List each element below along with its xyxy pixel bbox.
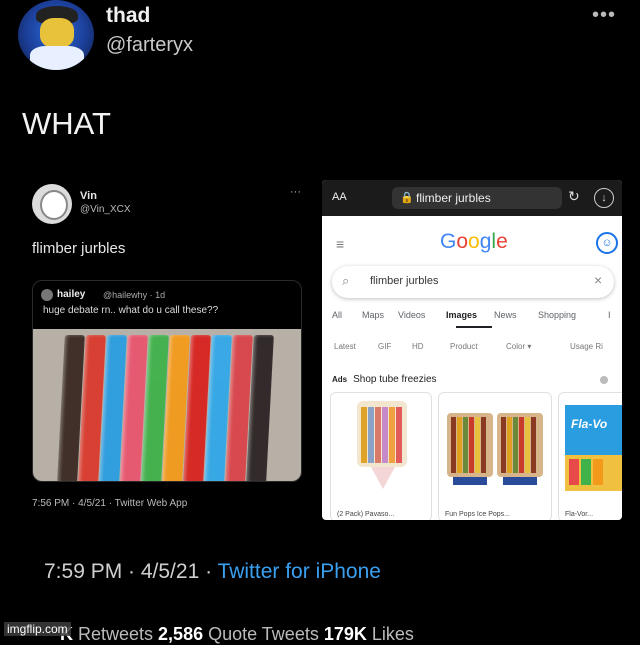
product-card: Fun Pops Ice Pops... — [438, 392, 552, 520]
reader-text-button: AA — [332, 191, 347, 203]
image-filters: Latest GIF HD Product Color ▾ Usage Ri — [332, 342, 622, 356]
display-name[interactable]: thad — [106, 4, 150, 28]
filter-chip: Latest — [334, 342, 356, 351]
browser-toolbar: AA 🔒 flimber jurbles ↻ ↓ — [322, 180, 622, 216]
quoted-tweet-text: huge debate rn.. what do u call these?? — [43, 305, 219, 316]
product-card: (2 Pack) Pavaso... — [330, 392, 432, 520]
search-icon: ⌕ — [342, 273, 350, 288]
logo-letter: e — [496, 230, 508, 253]
quote-tweets-count[interactable]: 2,586 — [158, 624, 203, 644]
ads-header: Ads Shop tube freezies — [332, 374, 437, 385]
inner-tweet-text: flimber jurbles — [32, 240, 126, 257]
reload-icon: ↻ — [568, 188, 580, 204]
logo-letter: G — [440, 230, 457, 253]
menu-icon: ≡ — [336, 236, 345, 252]
imgflip-watermark: imgflip.com — [4, 622, 71, 636]
search-tabs: All Maps Videos Images News Shopping I — [332, 310, 622, 328]
filter-chip: HD — [412, 342, 424, 351]
active-tab-indicator — [456, 326, 492, 328]
tab-images: Images — [446, 310, 478, 320]
clear-icon: × — [594, 272, 603, 288]
user-handle[interactable]: @farteryx — [106, 34, 193, 57]
inner-tweet-timestamp: 7:56 PM · 4/5/21 · Twitter Web App — [32, 498, 188, 509]
address-bar: 🔒 flimber jurbles — [392, 187, 562, 209]
ice-pops-photo — [33, 329, 301, 481]
inner-avatar — [32, 184, 72, 224]
timestamp-text: 7:59 PM · 4/5/21 · — [44, 560, 218, 583]
quoted-display-name: hailey — [57, 289, 86, 300]
ads-title: Shop tube freezies — [353, 374, 437, 385]
tweet-text: WHAT — [22, 106, 111, 141]
product-image — [447, 413, 543, 485]
product-card: Fla-Vo Fla-Vor... — [558, 392, 622, 520]
search-query: flimber jurbles — [370, 275, 439, 287]
tab-maps: Maps — [362, 310, 385, 320]
inner-display-name: Vin — [80, 190, 97, 202]
lock-icon: 🔒 — [400, 192, 414, 204]
filter-chip: Product — [450, 342, 478, 351]
embedded-google-screenshot[interactable]: AA 🔒 flimber jurbles ↻ ↓ ≡ Google ☺ ⌕ fl… — [322, 180, 622, 520]
tab-all: All — [332, 310, 343, 320]
account-icon: ☺ — [596, 232, 618, 254]
product-image — [357, 401, 407, 489]
likes-label[interactable]: Likes — [367, 624, 414, 644]
logo-letter: o — [456, 230, 469, 253]
google-search-box: ⌕ flimber jurbles × — [332, 266, 614, 298]
avatar-face — [40, 18, 74, 48]
tab-i: I — [608, 310, 611, 320]
tweet-source-link[interactable]: Twitter for iPhone — [218, 560, 381, 583]
logo-letter: o — [468, 230, 480, 253]
tab-shopping: Shopping — [538, 310, 577, 320]
info-icon — [600, 376, 608, 384]
logo-letter: g — [479, 230, 492, 253]
product-title: (2 Pack) Pavaso... — [337, 511, 395, 518]
google-logo: Google — [440, 230, 508, 254]
engagement-stats: K Retweets 2,586 Quote Tweets 179K Likes — [60, 624, 414, 645]
profile-avatar[interactable] — [18, 0, 94, 70]
address-text: flimber jurbles — [416, 191, 491, 205]
more-options-icon[interactable]: ••• — [592, 4, 616, 27]
inner-more-icon: ··· — [290, 186, 301, 198]
filter-chip: Usage Ri — [570, 342, 603, 351]
product-title: Fun Pops Ice Pops... — [445, 511, 510, 518]
likes-count[interactable]: 179K — [324, 624, 367, 644]
retweets-label[interactable]: Retweets — [73, 624, 158, 644]
product-image — [565, 405, 622, 491]
avatar-body — [30, 46, 84, 70]
tab-news: News — [494, 310, 517, 320]
quoted-tweet: hailey @hailewhy · 1d huge debate rn.. w… — [32, 280, 302, 482]
inner-user-handle: @Vin_XCX — [80, 204, 131, 215]
quoted-user-handle: @hailewhy · 1d — [103, 290, 166, 300]
quoted-avatar — [41, 289, 53, 301]
ads-label: Ads — [332, 375, 348, 384]
quote-tweets-label[interactable]: Quote Tweets — [203, 624, 324, 644]
download-icon: ↓ — [594, 188, 614, 208]
tab-videos: Videos — [398, 310, 426, 320]
product-brand: Fla-Vo — [571, 417, 608, 431]
filter-chip: Color ▾ — [506, 342, 532, 351]
filter-chip: GIF — [378, 342, 392, 351]
tweet-timestamp: 7:59 PM · 4/5/21 · Twitter for iPhone — [44, 560, 381, 584]
embedded-tweet-screenshot[interactable]: Vin @Vin_XCX ··· flimber jurbles hailey … — [20, 172, 320, 520]
product-title: Fla-Vor... — [565, 511, 594, 518]
